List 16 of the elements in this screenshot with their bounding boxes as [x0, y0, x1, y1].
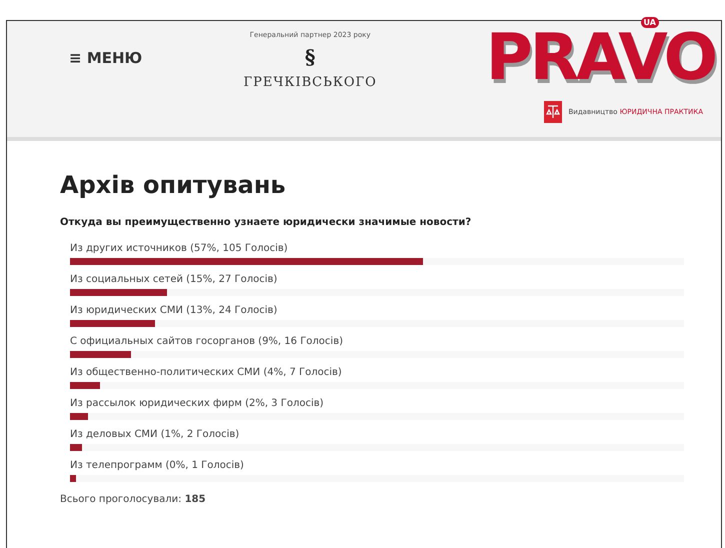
answer-label: Из других источников (57%, 105 Голосів) [70, 242, 289, 255]
answer-label: Из рассылок юридических фирм (2%, 3 Голосів) [70, 397, 325, 410]
answer-label: С официальных сайтов госорганов (9%, 16 Голосів) [70, 335, 344, 348]
poll-question: Откуда вы преимущественно узнаете юридически значимые новости? [60, 217, 472, 228]
total-votes: Всього проголосували: 185 [60, 494, 207, 505]
answer-label: Из социальных сетей (15%, 27 Голосів) [70, 273, 278, 286]
answer-label: Из телепрограмм (0%, 1 Голосів) [70, 459, 245, 472]
partner-name: ГРЕЧКІВСЬКОГО [243, 75, 377, 90]
answer-label: Из общественно-политических СМИ (4%, 7 Голосів) [70, 366, 343, 379]
partner-logo-mark: § [304, 45, 316, 69]
answer-label: Из юридических СМИ (13%, 24 Голосів) [70, 304, 278, 317]
page-title: Архів опитувань [60, 171, 287, 199]
logo-badge: UA [640, 17, 659, 28]
site-logo[interactable]: PRAVO [486, 29, 715, 87]
menu-button[interactable]: ≡ МЕНЮ [69, 49, 142, 67]
answer-label: Из деловых СМИ (1%, 2 Голосів) [70, 428, 240, 441]
